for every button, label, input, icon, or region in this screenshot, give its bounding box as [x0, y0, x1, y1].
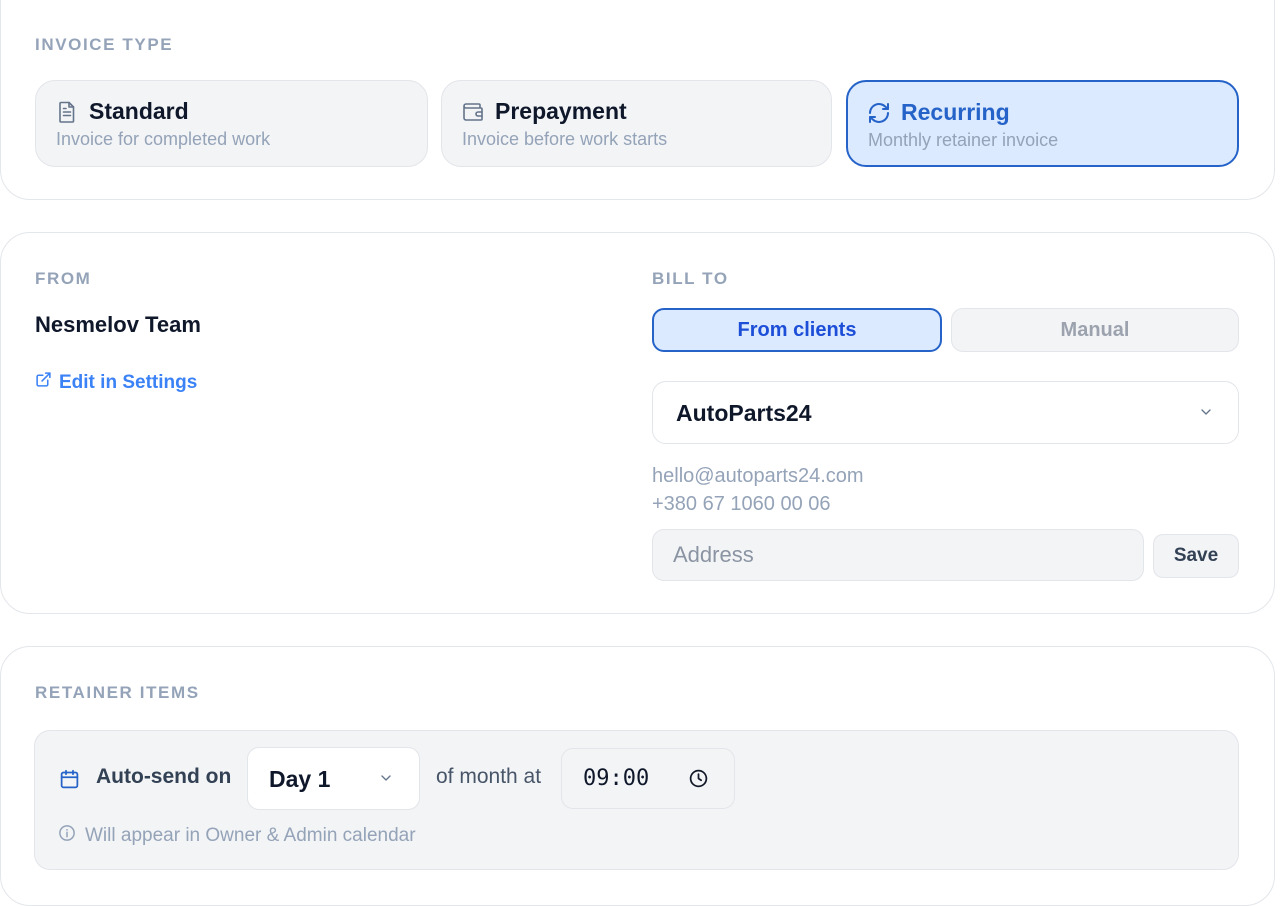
day-select[interactable]: Day 1 — [247, 747, 420, 810]
from-clients-tab[interactable]: From clients — [652, 308, 942, 352]
address-input[interactable] — [652, 529, 1144, 581]
calendar-hint: Will appear in Owner & Admin calendar — [58, 824, 416, 848]
invoice-type-prepayment[interactable]: Prepayment Invoice before work starts — [441, 80, 832, 167]
option-subtitle: Invoice before work starts — [462, 129, 668, 149]
client-select-value: AutoParts24 — [676, 400, 812, 426]
clock-icon[interactable] — [688, 768, 709, 794]
save-button[interactable]: Save — [1153, 534, 1239, 578]
document-icon — [55, 100, 79, 124]
day-select-value: Day 1 — [269, 766, 331, 792]
of-month-label: of month at — [436, 765, 542, 788]
client-email: hello@autoparts24.com — [652, 465, 864, 487]
from-label: FROM — [35, 269, 92, 288]
chevron-down-icon — [378, 770, 394, 791]
edit-in-settings-link[interactable]: Edit in Settings — [35, 371, 197, 394]
chevron-down-icon — [1198, 404, 1214, 425]
option-subtitle: Monthly retainer invoice — [868, 130, 1059, 150]
bill-to-label: BILL TO — [652, 269, 729, 288]
option-title: Standard — [89, 98, 189, 124]
retainer-items-label: RETAINER ITEMS — [35, 683, 200, 702]
calendar-icon — [59, 768, 80, 795]
send-time-value: 09:00 — [583, 766, 650, 791]
invoice-type-label: INVOICE TYPE — [35, 35, 174, 54]
refresh-icon — [867, 101, 891, 125]
external-link-icon — [35, 371, 52, 394]
hint-text: Will appear in Owner & Admin calendar — [85, 825, 416, 846]
manual-tab[interactable]: Manual — [951, 308, 1239, 352]
invoice-type-standard[interactable]: Standard Invoice for completed work — [35, 80, 428, 167]
option-title: Recurring — [901, 99, 1010, 125]
client-select[interactable]: AutoParts24 — [652, 381, 1239, 444]
edit-link-label: Edit in Settings — [59, 371, 198, 393]
client-phone: +380 67 1060 00 06 — [652, 493, 831, 515]
company-name: Nesmelov Team — [35, 312, 201, 337]
auto-send-label: Auto-send on — [96, 765, 232, 788]
option-subtitle: Invoice for completed work — [56, 129, 271, 149]
invoice-type-recurring[interactable]: Recurring Monthly retainer invoice — [846, 80, 1239, 167]
send-time-input[interactable]: 09:00 — [561, 748, 735, 809]
wallet-icon — [461, 100, 485, 124]
info-icon — [58, 824, 76, 848]
option-title: Prepayment — [495, 98, 627, 124]
